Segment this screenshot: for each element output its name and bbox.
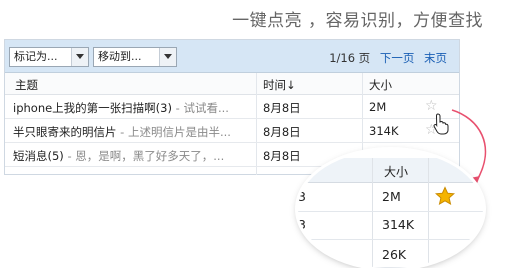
zoom-size-header: 大小 (384, 165, 409, 179)
zoom-row: 3 2M (298, 183, 483, 212)
star-filled-icon[interactable] (435, 186, 455, 206)
zoom-date-fragment: 3 (298, 189, 306, 204)
zoom-header: 大小 (298, 158, 483, 183)
zoom-size: 26K (382, 247, 407, 262)
zoom-size: 314K (382, 217, 415, 232)
zoom-row: 3 314K (298, 211, 483, 240)
zoom-row: 26K (298, 239, 483, 268)
zoom-size: 2M (382, 189, 401, 204)
zoom-date-fragment: 3 (298, 217, 306, 232)
magnified-view: 大小 3 2M 3 314K 26K (298, 150, 483, 268)
